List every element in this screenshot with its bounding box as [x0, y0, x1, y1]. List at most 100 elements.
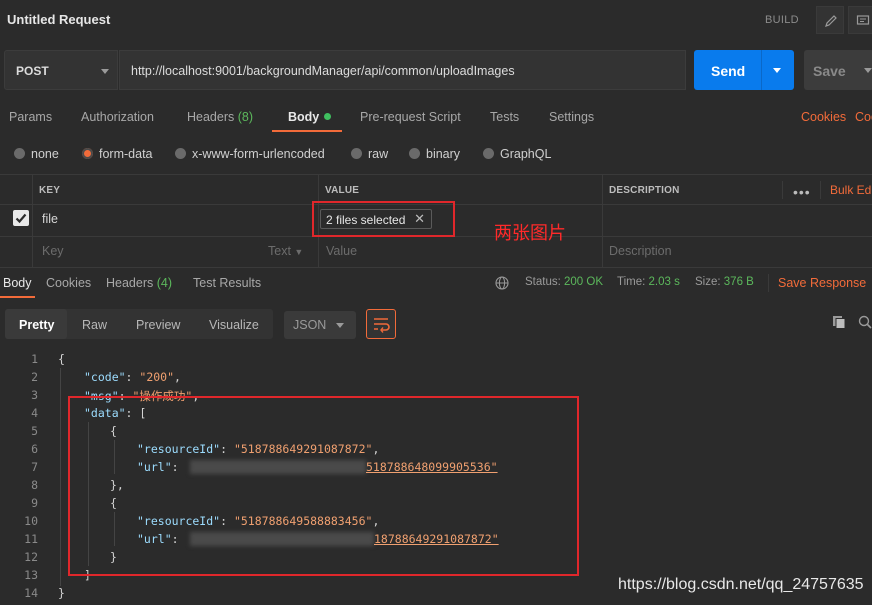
- send-options-chevron-icon[interactable]: [773, 68, 781, 73]
- json-string: "200": [139, 370, 175, 384]
- tab-authorization[interactable]: Authorization: [81, 110, 154, 124]
- column-header-key: KEY: [32, 175, 318, 205]
- checkmark-icon: [15, 213, 27, 224]
- line-number: 9: [31, 496, 38, 510]
- column-divider: [782, 181, 783, 199]
- method-select[interactable]: POST: [4, 50, 118, 90]
- code-link[interactable]: Code: [855, 110, 872, 124]
- radio-binary[interactable]: binary: [409, 147, 460, 161]
- request-bar: POST http://localhost:9001/backgroundMan…: [0, 48, 872, 90]
- format-visualize[interactable]: Visualize: [209, 318, 259, 332]
- pencil-icon: [825, 15, 837, 27]
- send-button[interactable]: Send: [694, 50, 794, 90]
- chevron-down-icon: [336, 323, 344, 328]
- more-options-icon[interactable]: •••: [793, 184, 811, 200]
- indent-guide: [60, 368, 61, 586]
- response-size: Size: 376 B: [695, 276, 754, 288]
- line-number: 6: [31, 442, 38, 456]
- annotation-text: 两张图片: [494, 223, 566, 244]
- comments-button[interactable]: [848, 6, 872, 34]
- tab-body-label: Body: [288, 110, 320, 124]
- value-header-label: VALUE: [325, 185, 360, 196]
- url-value: http://localhost:9001/backgroundManager/…: [131, 64, 515, 78]
- description-header-label: DESCRIPTION: [609, 185, 680, 196]
- language-select[interactable]: JSON: [284, 311, 356, 339]
- edit-button[interactable]: [816, 6, 844, 34]
- radio-graphql[interactable]: GraphQL: [483, 147, 551, 161]
- new-key-input[interactable]: Key: [42, 244, 64, 258]
- annotation-box-files: [312, 201, 455, 237]
- url-input[interactable]: http://localhost:9001/backgroundManager/…: [119, 50, 686, 90]
- search-icon[interactable]: [858, 315, 872, 329]
- radio-binary-label: binary: [426, 147, 461, 161]
- radio-on-icon: [82, 148, 93, 159]
- response-tab-headers[interactable]: Headers (4): [106, 276, 172, 290]
- tab-body[interactable]: Body: [288, 110, 332, 124]
- format-pretty[interactable]: Pretty: [19, 318, 54, 332]
- format-raw[interactable]: Raw: [82, 318, 107, 332]
- line-number: 4: [31, 406, 38, 420]
- tab-pre-request-script[interactable]: Pre-request Script: [360, 110, 461, 124]
- copy-icon[interactable]: [832, 315, 846, 329]
- save-button[interactable]: Save: [804, 50, 872, 90]
- title-bar: Untitled Request BUILD: [0, 0, 872, 40]
- size-value: 376 B: [723, 276, 754, 288]
- line-number: 3: [31, 388, 38, 402]
- radio-off-icon: [483, 148, 494, 159]
- column-divider: [32, 175, 33, 268]
- radio-raw-label: raw: [368, 147, 389, 161]
- response-tab-body[interactable]: Body: [3, 276, 32, 290]
- line-number: 2: [31, 370, 38, 384]
- response-tab-test-results[interactable]: Test Results: [193, 276, 261, 290]
- tab-tests[interactable]: Tests: [490, 110, 519, 124]
- radio-raw[interactable]: raw: [351, 147, 388, 161]
- headers-count: (8): [237, 110, 254, 124]
- format-preview[interactable]: Preview: [136, 318, 180, 332]
- request-title[interactable]: Untitled Request: [7, 12, 110, 27]
- radio-urlencoded[interactable]: x-www-form-urlencoded: [175, 147, 325, 161]
- column-header-check: [0, 175, 32, 205]
- radio-form-data[interactable]: form-data: [82, 147, 153, 161]
- json-key: "code": [84, 370, 126, 384]
- time-value: 2.03 s: [648, 276, 680, 288]
- type-select[interactable]: Text ▼: [268, 244, 303, 258]
- type-label: Text: [268, 244, 291, 258]
- watermark: https://blog.csdn.net/qq_24757635: [618, 576, 864, 593]
- new-value-input[interactable]: Value: [326, 244, 357, 258]
- response-tabs: Body Cookies Headers (4) Test Results St…: [0, 268, 872, 298]
- tab-params[interactable]: Params: [9, 110, 52, 124]
- response-tab-cookies[interactable]: Cookies: [46, 276, 91, 290]
- tab-settings[interactable]: Settings: [549, 110, 594, 124]
- row-key[interactable]: file: [42, 212, 58, 226]
- body-mode-group: none form-data x-www-form-urlencoded raw…: [0, 142, 872, 166]
- radio-off-icon: [351, 148, 362, 159]
- wrap-lines-button[interactable]: [366, 309, 396, 339]
- save-response-button[interactable]: Save Response: [778, 276, 866, 290]
- send-divider: [761, 50, 762, 90]
- response-active-indicator: [0, 296, 35, 298]
- line-number: 5: [31, 424, 38, 438]
- type-chevron-icon: ▼: [294, 247, 304, 257]
- line-number: 8: [31, 478, 38, 492]
- line-number: 7: [31, 460, 38, 474]
- radio-none[interactable]: none: [14, 147, 59, 161]
- save-options-chevron-icon[interactable]: [864, 68, 872, 73]
- code-line: }: [58, 586, 65, 600]
- new-description-input[interactable]: Description: [609, 244, 672, 258]
- key-header-label: KEY: [39, 185, 61, 196]
- globe-icon[interactable]: [495, 276, 509, 290]
- method-value: POST: [16, 64, 49, 78]
- comment-icon: [856, 15, 870, 25]
- radio-off-icon: [14, 148, 25, 159]
- row-checkbox[interactable]: [13, 210, 29, 226]
- code-line: "code": "200",: [84, 370, 181, 384]
- bulk-edit-link[interactable]: Bulk Edit: [830, 183, 872, 197]
- active-tab-indicator: [272, 130, 342, 132]
- build-label[interactable]: BUILD: [765, 14, 799, 26]
- line-number: 10: [24, 514, 38, 528]
- cookies-link[interactable]: Cookies: [801, 110, 846, 124]
- tab-headers[interactable]: Headers (8): [187, 110, 253, 124]
- response-time: Time: 2.03 s: [617, 276, 680, 288]
- body-status-dot-icon: [324, 113, 332, 120]
- response-headers-count: (4): [156, 276, 173, 290]
